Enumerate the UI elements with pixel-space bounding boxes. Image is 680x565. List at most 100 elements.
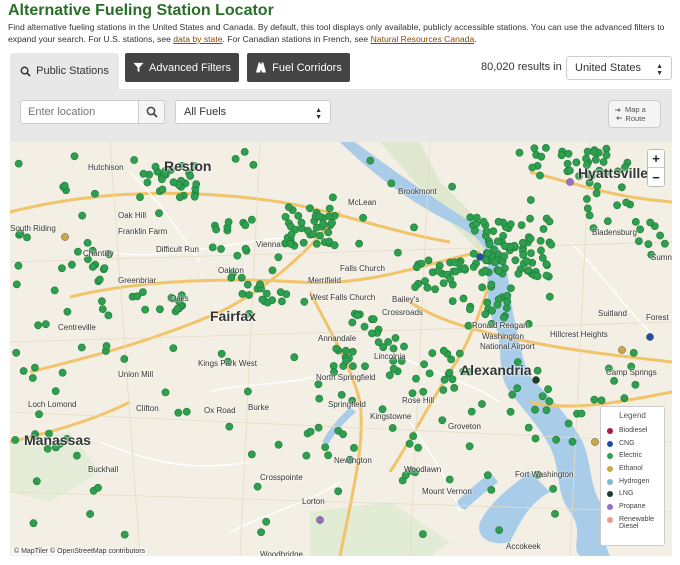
station-marker[interactable] [315, 394, 324, 403]
station-marker[interactable] [478, 400, 486, 408]
station-marker[interactable] [593, 182, 602, 191]
station-marker[interactable] [494, 267, 503, 276]
station-marker[interactable] [438, 416, 447, 425]
station-marker[interactable] [470, 226, 479, 235]
station-marker[interactable] [151, 162, 160, 171]
station-marker[interactable] [70, 152, 79, 161]
station-marker[interactable] [297, 218, 306, 227]
station-marker[interactable] [530, 144, 539, 153]
station-marker[interactable] [130, 156, 138, 164]
station-marker[interactable] [316, 516, 324, 524]
station-marker[interactable] [391, 334, 400, 342]
station-marker[interactable] [631, 218, 640, 226]
station-marker[interactable] [564, 419, 573, 428]
station-marker[interactable] [460, 264, 469, 273]
station-marker[interactable] [341, 346, 350, 355]
station-marker[interactable] [485, 240, 494, 249]
station-marker[interactable] [11, 436, 20, 444]
station-marker[interactable] [591, 155, 600, 164]
station-marker[interactable] [274, 440, 283, 449]
tab-fuel-corridors[interactable]: Fuel Corridors [247, 53, 350, 82]
station-marker[interactable] [506, 220, 515, 229]
station-marker[interactable] [158, 185, 167, 194]
station-marker[interactable] [247, 215, 256, 224]
station-marker[interactable] [361, 362, 369, 371]
station-marker[interactable] [247, 450, 256, 459]
station-marker[interactable] [524, 266, 533, 275]
station-marker[interactable] [483, 471, 492, 480]
station-marker[interactable] [502, 304, 511, 312]
station-marker[interactable] [618, 346, 626, 354]
station-marker[interactable] [423, 283, 432, 292]
station-marker[interactable] [225, 422, 234, 431]
station-marker[interactable] [419, 387, 428, 396]
station-marker[interactable] [466, 213, 475, 222]
station-marker[interactable] [646, 218, 655, 227]
station-marker[interactable] [136, 193, 144, 201]
station-marker[interactable] [321, 443, 330, 451]
station-marker[interactable] [557, 151, 566, 160]
station-marker[interactable] [545, 397, 554, 406]
station-marker[interactable] [51, 387, 60, 395]
station-marker[interactable] [305, 204, 314, 213]
station-marker[interactable] [348, 318, 357, 327]
station-marker[interactable] [30, 363, 39, 372]
station-marker[interactable] [439, 386, 448, 394]
station-marker[interactable] [583, 204, 592, 213]
station-marker[interactable] [309, 230, 318, 239]
station-marker[interactable] [88, 263, 97, 271]
station-marker[interactable] [245, 291, 253, 299]
station-marker[interactable] [253, 482, 262, 491]
station-marker[interactable] [568, 437, 577, 446]
station-marker[interactable] [192, 180, 201, 188]
station-marker[interactable] [319, 219, 328, 228]
station-marker[interactable] [533, 366, 542, 375]
station-marker[interactable] [19, 367, 28, 375]
station-marker[interactable] [353, 311, 362, 320]
station-marker[interactable] [325, 204, 334, 213]
zoom-in-button[interactable]: + [648, 150, 664, 168]
natural-resources-canada-link[interactable]: Natural Resources Canada [371, 34, 475, 44]
station-marker[interactable] [143, 178, 152, 187]
station-marker[interactable] [518, 238, 527, 247]
station-marker[interactable] [503, 297, 512, 306]
station-marker[interactable] [544, 385, 552, 394]
station-marker[interactable] [565, 166, 574, 175]
station-marker[interactable] [582, 154, 590, 163]
station-marker[interactable] [591, 438, 599, 446]
station-marker[interactable] [290, 353, 299, 362]
station-marker[interactable] [491, 258, 499, 267]
station-marker[interactable] [439, 279, 448, 287]
station-marker[interactable] [481, 310, 490, 319]
station-marker[interactable] [68, 260, 76, 269]
station-marker[interactable] [268, 266, 277, 275]
station-marker[interactable] [217, 245, 225, 253]
station-marker[interactable] [531, 405, 539, 414]
station-marker[interactable] [511, 256, 520, 265]
station-marker[interactable] [387, 179, 396, 188]
station-marker[interactable] [241, 221, 250, 230]
station-marker[interactable] [446, 275, 455, 284]
station-marker[interactable] [494, 217, 503, 226]
data-by-state-link[interactable]: data by state [173, 34, 222, 44]
station-marker[interactable] [592, 189, 601, 198]
station-marker[interactable] [459, 294, 468, 303]
station-marker[interactable] [348, 362, 357, 370]
station-marker[interactable] [439, 346, 448, 355]
station-marker[interactable] [257, 528, 265, 537]
station-marker[interactable] [646, 333, 654, 341]
station-marker[interactable] [32, 477, 41, 486]
station-marker[interactable] [526, 196, 535, 204]
station-marker[interactable] [539, 225, 548, 233]
station-marker[interactable] [418, 530, 427, 538]
station-marker[interactable] [478, 283, 487, 292]
station-marker[interactable] [513, 384, 522, 393]
station-marker[interactable] [448, 297, 457, 305]
station-marker[interactable] [411, 283, 419, 291]
station-marker[interactable] [506, 284, 515, 293]
station-marker[interactable] [448, 182, 456, 191]
station-marker[interactable] [533, 272, 542, 281]
station-marker[interactable] [281, 213, 290, 221]
station-marker[interactable] [174, 408, 183, 417]
station-marker[interactable] [551, 509, 559, 518]
